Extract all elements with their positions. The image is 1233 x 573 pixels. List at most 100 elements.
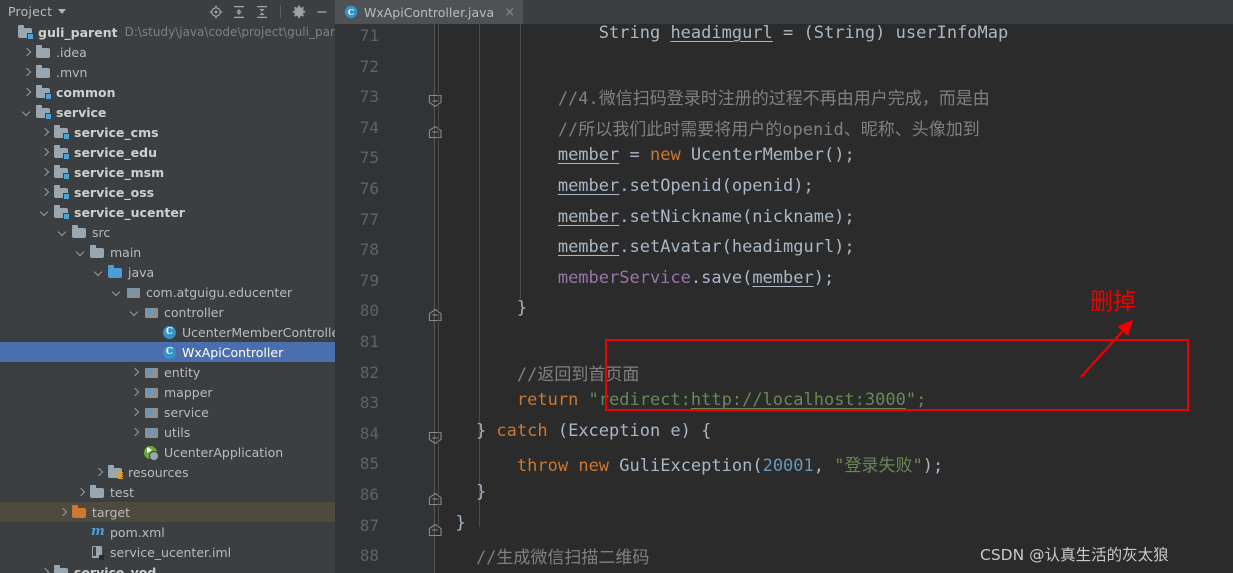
tree-row-service-ucenter[interactable]: service_ucenter bbox=[0, 202, 335, 222]
gear-icon[interactable] bbox=[292, 4, 306, 18]
code-line[interactable]: } bbox=[435, 513, 465, 533]
tree-row-label: target bbox=[92, 504, 131, 520]
project-tree[interactable]: guli_parent D:\study\java\code\project\gu… bbox=[0, 22, 335, 573]
tree-row-service-msm[interactable]: service_msm bbox=[0, 162, 335, 182]
tree-row-main[interactable]: main bbox=[0, 242, 335, 262]
tree-row-service-oss[interactable]: service_oss bbox=[0, 182, 335, 202]
chevron-right-icon[interactable] bbox=[40, 187, 51, 198]
tree-row-pom-xml[interactable]: m pom.xml bbox=[0, 522, 335, 542]
code-line[interactable]: member.setOpenid(openid); bbox=[435, 176, 814, 196]
locate-icon[interactable] bbox=[209, 4, 223, 19]
tree-row-ucenterapplication[interactable]: UcenterApplication bbox=[0, 442, 335, 462]
tree-row-com-atguigu-educenter[interactable]: com.atguigu.educenter bbox=[0, 282, 335, 302]
code-view[interactable]: 71 72 73 74 75 76 77 78 79 80 81 82 83 84 85 86 87 88 Str… bbox=[335, 24, 1233, 573]
chevron-right-icon[interactable] bbox=[40, 127, 51, 138]
tree-row-java[interactable]: java bbox=[0, 262, 335, 282]
module-folder-icon bbox=[54, 145, 70, 160]
tree-row-mapper[interactable]: mapper bbox=[0, 382, 335, 402]
code-token: = ( bbox=[772, 24, 814, 43]
code-line[interactable]: member = new UcenterMember(); bbox=[435, 145, 855, 165]
chevron-right-icon[interactable] bbox=[130, 387, 141, 398]
code-token: .setOpenid(openid); bbox=[619, 176, 814, 196]
tree-row-service-ucenter-iml[interactable]: service_ucenter.iml bbox=[0, 542, 335, 562]
package-icon bbox=[126, 285, 141, 300]
chevron-right-icon[interactable] bbox=[40, 567, 51, 573]
tree-row-src[interactable]: src bbox=[0, 222, 335, 242]
tree-row-controller[interactable]: controller bbox=[0, 302, 335, 322]
code-line[interactable]: //4.微信扫码登录时注册的过程不再由用户完成，而是由 bbox=[435, 84, 990, 109]
tree-row-label: UcenterApplication bbox=[164, 444, 284, 460]
code-line[interactable]: memberService.save(member); bbox=[435, 268, 834, 288]
code-line[interactable]: member.setNickname(nickname); bbox=[435, 207, 855, 227]
chevron-right-icon[interactable] bbox=[22, 87, 33, 98]
chevron-right-icon[interactable] bbox=[22, 67, 33, 78]
line-number-gutter[interactable]: 71 72 73 74 75 76 77 78 79 80 81 82 83 84 85 86 87 88 bbox=[335, 24, 435, 573]
editor-tab-wxapicontroller[interactable]: C WxApiController.java × bbox=[335, 0, 524, 24]
tree-row-ucentermembercontroller[interactable]: C UcenterMemberController bbox=[0, 322, 335, 342]
chevron-right-icon[interactable] bbox=[22, 47, 33, 58]
tree-row-label: test bbox=[110, 484, 135, 500]
editor-tab-label: WxApiController.java bbox=[364, 4, 495, 20]
chevron-down-icon[interactable] bbox=[76, 247, 87, 258]
code-line[interactable]: member.setAvatar(headimgurl); bbox=[435, 237, 855, 257]
tree-row-common[interactable]: common bbox=[0, 82, 335, 102]
code-token: GuliException( bbox=[609, 456, 763, 477]
chevron-down-icon[interactable] bbox=[130, 307, 141, 318]
tree-row-label: service_ucenter.iml bbox=[110, 544, 232, 560]
code-token: String bbox=[598, 24, 661, 43]
code-line[interactable]: } bbox=[435, 482, 486, 502]
chevron-right-icon[interactable] bbox=[130, 367, 141, 378]
chevron-down-icon[interactable] bbox=[58, 227, 69, 238]
code-line[interactable]: } catch (Exception e) { bbox=[435, 421, 711, 441]
tree-row-resources[interactable]: resources bbox=[0, 462, 335, 482]
chevron-down-icon[interactable] bbox=[40, 207, 51, 218]
chevron-right-icon[interactable] bbox=[40, 167, 51, 178]
chevron-right-icon[interactable] bbox=[58, 507, 69, 518]
tree-row-label: service_edu bbox=[74, 144, 157, 160]
code-line[interactable]: throw new GuliException(20001, "登录失败"); bbox=[435, 451, 943, 476]
chevron-right-icon[interactable] bbox=[40, 147, 51, 158]
tree-row-guli-parent[interactable]: guli_parent D:\study\java\code\project\gu… bbox=[0, 22, 335, 42]
tree-row-idea[interactable]: .idea bbox=[0, 42, 335, 62]
collapse-all-icon[interactable] bbox=[255, 4, 269, 19]
code-line[interactable]: //生成微信扫描二维码 bbox=[435, 543, 649, 568]
tree-row-service-cms[interactable]: service_cms bbox=[0, 122, 335, 142]
tree-row-wxapicontroller[interactable]: C WxApiController bbox=[0, 342, 335, 362]
tree-row-service[interactable]: service bbox=[0, 402, 335, 422]
tree-row-mvn[interactable]: .mvn bbox=[0, 62, 335, 82]
tree-row-label: service_cms bbox=[74, 124, 159, 140]
tree-row-label: resources bbox=[128, 464, 189, 480]
chevron-down-icon[interactable] bbox=[22, 107, 33, 118]
line-number: 73 bbox=[359, 87, 379, 107]
package-icon bbox=[144, 405, 159, 420]
line-number: 76 bbox=[359, 179, 379, 198]
tree-row-service-vod[interactable]: service_vod bbox=[0, 562, 335, 573]
code-token: member bbox=[557, 206, 620, 227]
tree-row-target[interactable]: target bbox=[0, 502, 335, 522]
expand-all-icon[interactable] bbox=[232, 4, 246, 19]
tree-row-utils[interactable]: utils bbox=[0, 422, 335, 442]
chevron-down-icon[interactable] bbox=[94, 267, 105, 278]
line-number: 79 bbox=[359, 270, 379, 290]
chevron-down-icon[interactable] bbox=[112, 287, 123, 298]
delete-annotation-arrow bbox=[1080, 319, 1134, 378]
tree-row-entity[interactable]: entity bbox=[0, 362, 335, 382]
chevron-right-icon[interactable] bbox=[130, 427, 141, 438]
chevron-right-icon[interactable] bbox=[94, 467, 105, 478]
code-line[interactable]: //所以我们此时需要将用户的openid、昵称、头像加到 bbox=[435, 115, 980, 140]
tree-row-test[interactable]: test bbox=[0, 482, 335, 502]
chevron-down-icon[interactable] bbox=[58, 8, 67, 14]
panel-title[interactable]: Project bbox=[0, 4, 52, 19]
tree-row-service[interactable]: service bbox=[0, 102, 335, 122]
chevron-right-icon[interactable] bbox=[76, 487, 87, 498]
close-icon[interactable]: × bbox=[504, 5, 515, 20]
tree-row-service-edu[interactable]: service_edu bbox=[0, 142, 335, 162]
code-token: ) bbox=[875, 24, 896, 43]
minimize-icon[interactable] bbox=[315, 4, 329, 18]
code-line[interactable]: String headimgurl = (String) userInfoMap bbox=[435, 24, 1008, 43]
chevron-right-icon[interactable] bbox=[130, 407, 141, 418]
tree-row-label: common bbox=[56, 84, 116, 100]
code-line[interactable]: } bbox=[435, 298, 527, 318]
